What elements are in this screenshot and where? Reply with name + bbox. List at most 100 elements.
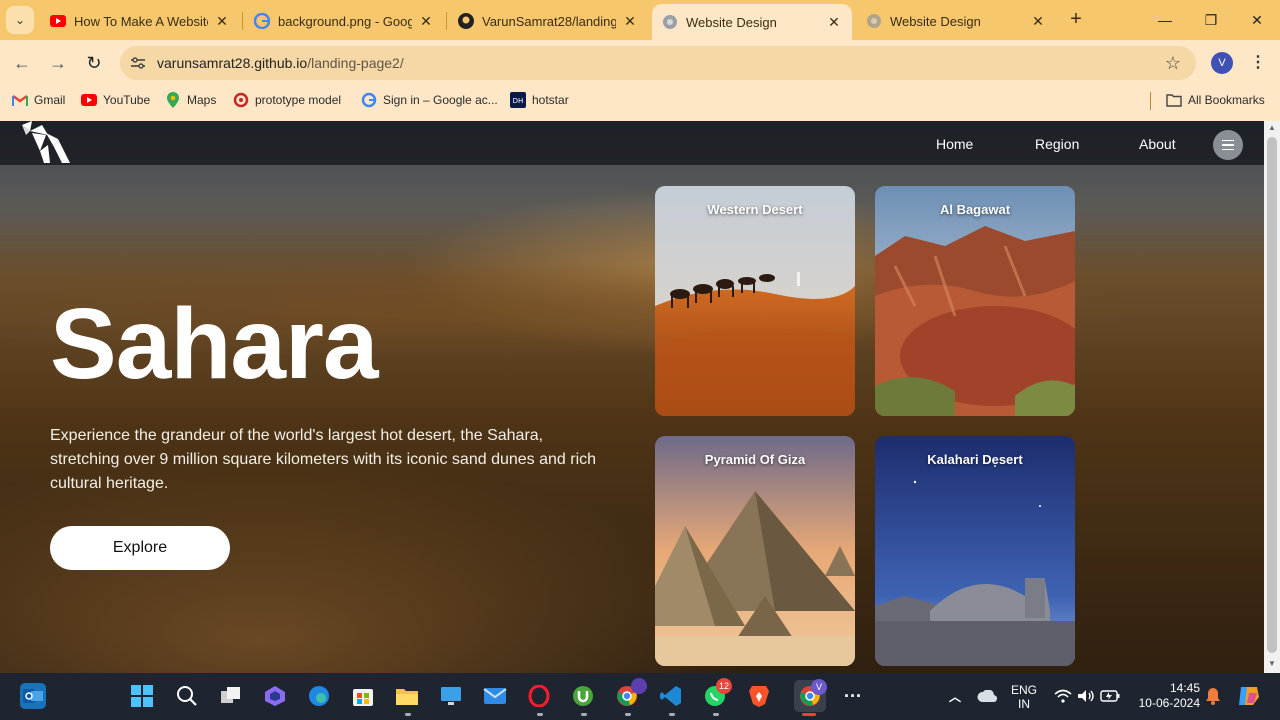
bookmarks-divider [1150, 92, 1151, 110]
tab-search-button[interactable]: ⌄ [6, 6, 34, 34]
tab-how-to-make-website[interactable]: How To Make A Website ✕ [40, 6, 240, 36]
running-indicator [405, 713, 411, 716]
bookmark-label: prototype model [255, 93, 342, 107]
onedrive-cloud-icon[interactable] [974, 683, 1000, 709]
more-apps-icon[interactable]: ··· [840, 683, 866, 709]
page-scrollbar[interactable]: ▲ ▼ [1264, 121, 1280, 673]
clock[interactable]: 14:45 10-06-2024 [1130, 681, 1200, 711]
close-icon[interactable]: ✕ [418, 13, 434, 30]
task-view-icon[interactable] [218, 683, 244, 709]
pyramid-of-giza-image [655, 436, 855, 666]
bookmark-google-signin[interactable]: Sign in – Google ac... [361, 91, 498, 109]
bookmark-prototype-model[interactable]: prototype model [233, 91, 341, 109]
reload-button[interactable]: ↻ [79, 48, 109, 78]
card-al-bagawat[interactable]: Al Bagawat [875, 186, 1075, 416]
clock-time: 14:45 [1169, 681, 1200, 695]
close-icon[interactable]: ✕ [622, 13, 638, 30]
region-code: IN [1018, 697, 1030, 711]
notification-bell-icon[interactable] [1200, 683, 1226, 709]
edge-icon[interactable] [306, 683, 332, 709]
tab-github-repo[interactable]: VarunSamrat28/landing- ✕ [448, 6, 648, 36]
windows-start-icon[interactable] [129, 683, 155, 709]
close-window-button[interactable]: ✕ [1234, 0, 1280, 40]
scroll-down-arrow-icon[interactable]: ▼ [1264, 659, 1280, 671]
volume-icon[interactable] [1073, 683, 1099, 709]
bookmark-hotstar[interactable]: DH hotstar [510, 91, 569, 109]
new-tab-button[interactable]: + [1064, 8, 1088, 32]
tab-strip: ⌄ How To Make A Website ✕ background.png… [0, 0, 1280, 40]
hamburger-menu-icon[interactable] [1213, 130, 1243, 160]
minimize-icon: — [1158, 12, 1172, 28]
folder-icon [1166, 92, 1182, 108]
tab-website-design-active[interactable]: Website Design ✕ [652, 4, 852, 40]
hero-description: Experience the grandeur of the world's l… [50, 427, 597, 492]
bookmark-label: YouTube [103, 93, 151, 107]
running-indicator [713, 713, 719, 716]
url-text[interactable]: varunsamrat28.github.io/landing-page2/ [157, 55, 404, 71]
scroll-thumb[interactable] [1267, 137, 1277, 653]
language-code: ENG [1010, 683, 1037, 697]
opera-icon[interactable] [526, 683, 552, 709]
url-host: varunsamrat28.github.io [157, 55, 308, 71]
copilot-pre-icon[interactable] [1236, 683, 1262, 709]
language-indicator[interactable]: ENG IN [1006, 683, 1042, 711]
close-icon[interactable]: ✕ [1030, 13, 1046, 30]
more-menu-icon[interactable]: ⋮ [1248, 50, 1268, 76]
card-label: Pyramid Of Giza [704, 452, 806, 467]
chrome-profile-initial: V [811, 679, 827, 695]
tab-title: VarunSamrat28/landing- [482, 13, 616, 29]
youtube-icon [50, 13, 66, 29]
outlook-widget-icon[interactable] [20, 683, 46, 709]
remote-desktop-icon[interactable] [438, 683, 464, 709]
all-bookmarks-label: All Bookmarks [1188, 93, 1265, 107]
card-pyramid-of-giza[interactable]: Pyramid Of Giza [655, 436, 855, 666]
profile-avatar[interactable]: V [1211, 52, 1233, 74]
bookmark-gmail[interactable]: Gmail [12, 91, 65, 109]
bookmark-maps[interactable]: Maps [165, 91, 216, 109]
card-western-desert[interactable]: Western Desert [655, 186, 855, 416]
tab-background-png[interactable]: background.png - Googl ✕ [244, 6, 444, 36]
chrome-profile-badge [631, 678, 647, 694]
tab-divider [242, 12, 243, 30]
page-viewport: Home Region About Sahara Experience the … [0, 121, 1264, 673]
nav-link-home[interactable]: Home [936, 136, 973, 152]
copilot-icon[interactable] [262, 683, 288, 709]
nav-link-about[interactable]: About [1139, 136, 1176, 152]
bookmark-star-icon[interactable]: ☆ [1162, 52, 1184, 74]
explore-button[interactable]: Explore [50, 526, 230, 570]
tab-divider [446, 12, 447, 30]
close-icon[interactable]: ✕ [214, 13, 230, 30]
brave-icon[interactable] [746, 683, 772, 709]
utorrent-icon[interactable] [570, 683, 596, 709]
clock-date: 10-06-2024 [1138, 696, 1200, 710]
card-kalahari-desert[interactable]: Kalahari Desert [875, 436, 1075, 666]
bookmarks-bar: Gmail YouTube Maps prototype model Sign … [0, 86, 1280, 114]
microsoft-store-icon[interactable] [350, 683, 376, 709]
back-button[interactable]: ← [7, 48, 37, 78]
close-icon[interactable]: ✕ [826, 14, 842, 31]
camel-logo-icon[interactable] [18, 121, 72, 165]
globe-icon [866, 13, 882, 29]
running-indicator [581, 713, 587, 716]
bookmark-youtube[interactable]: YouTube [81, 91, 150, 109]
mail-icon[interactable] [482, 683, 508, 709]
minimize-button[interactable]: — [1142, 0, 1188, 40]
tab-title: Website Design [890, 13, 981, 29]
whatsapp-unread-badge: 12 [716, 678, 733, 694]
battery-charging-icon[interactable] [1097, 683, 1123, 709]
maximize-button[interactable]: ❐ [1188, 0, 1234, 40]
site-info-icon[interactable] [128, 53, 148, 73]
forward-button[interactable]: → [43, 48, 73, 78]
vscode-icon[interactable] [658, 683, 684, 709]
close-icon: ✕ [1251, 11, 1263, 28]
active-indicator [802, 713, 816, 716]
tab-website-design[interactable]: Website Design ✕ [856, 6, 1056, 36]
nav-link-region[interactable]: Region [1035, 136, 1079, 152]
address-bar[interactable]: varunsamrat28.github.io/landing-page2/ ☆ [120, 46, 1196, 80]
windows-taskbar: 12 V ··· ︿ ENG IN 14:45 10-06-2024 [0, 673, 1280, 720]
search-icon[interactable] [174, 683, 200, 709]
show-hidden-icons-chevron-up-icon[interactable]: ︿ [942, 683, 968, 709]
file-explorer-icon[interactable] [394, 683, 420, 709]
all-bookmarks-button[interactable]: All Bookmarks [1166, 91, 1265, 109]
scroll-up-arrow-icon[interactable]: ▲ [1264, 123, 1280, 135]
